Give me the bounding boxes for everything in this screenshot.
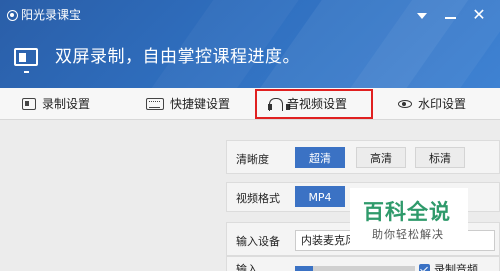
input-volume-fill (295, 266, 313, 271)
app-title: 阳光录课宝 (21, 8, 82, 22)
record-audio-label: 录制音频 (434, 263, 478, 271)
clarity-row: 清晰度 超清 高清 标清 (226, 140, 500, 174)
clarity-option-hd[interactable]: 高清 (356, 147, 406, 168)
eye-icon (398, 100, 412, 108)
video-format-label: 视频格式 (236, 192, 280, 205)
close-icon[interactable]: ✕ (469, 5, 489, 25)
watermark-overlay: 百科全说 助你轻松解决 (350, 188, 468, 246)
tab-record-settings[interactable]: 录制设置 (22, 88, 132, 120)
watermark-subtitle: 助你轻松解决 (372, 228, 444, 241)
input-level-row: 输入 录制音频 (226, 256, 500, 271)
header-banner: 阳光录课宝 ✕ 双屏录制，自由掌控课程进度。 (0, 0, 500, 88)
tab-label: 水印设置 (418, 97, 467, 111)
input-device-label: 输入设备 (236, 235, 280, 248)
app-logo-icon (7, 10, 18, 21)
headphones-icon (268, 98, 290, 111)
clarity-label: 清晰度 (236, 153, 269, 166)
keyboard-icon (146, 98, 164, 110)
title-bar[interactable]: 阳光录课宝 ✕ (0, 0, 500, 30)
clarity-option-sd[interactable]: 标清 (415, 147, 465, 168)
banner-slogan: 双屏录制，自由掌控课程进度。 (55, 47, 300, 67)
tab-label: 快捷键设置 (170, 97, 231, 111)
tab-audio-video-settings[interactable]: 音视频设置 (255, 89, 373, 119)
screen-icon (14, 48, 38, 73)
record-audio-checkbox[interactable] (419, 264, 430, 271)
tab-label: 录制设置 (42, 97, 91, 111)
tab-watermark-settings[interactable]: 水印设置 (398, 88, 498, 120)
record-icon (22, 98, 36, 110)
settings-tab-bar: 录制设置 快捷键设置 音视频设置 水印设置 (0, 88, 500, 120)
menu-dropdown-icon[interactable] (412, 5, 432, 25)
watermark-title: 百科全说 (363, 200, 451, 224)
tab-label: 音视频设置 (287, 97, 348, 111)
input-volume-slider[interactable] (295, 266, 415, 271)
clarity-option-ultra-hd[interactable]: 超清 (295, 147, 345, 168)
format-option-mp4[interactable]: MP4 (295, 186, 345, 207)
tab-hotkey-settings[interactable]: 快捷键设置 (146, 88, 256, 120)
minimize-icon[interactable] (441, 5, 461, 25)
input-label: 输入 (236, 263, 258, 271)
